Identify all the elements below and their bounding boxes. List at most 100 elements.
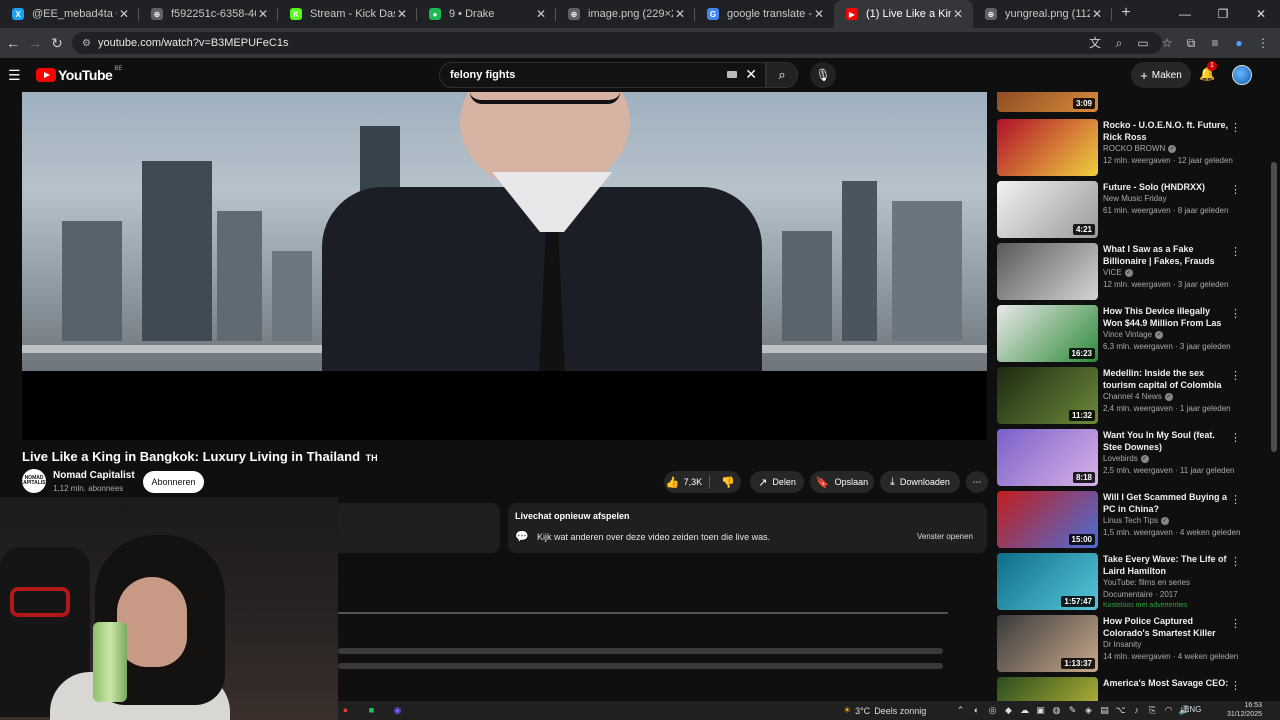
tray-icon[interactable]: ♪ (1129, 704, 1144, 717)
wifi-icon[interactable]: ◠ (1161, 704, 1176, 717)
recommended-channel[interactable]: ROCKO BROWN ✓ (1103, 144, 1177, 153)
browser-tab[interactable]: ⊕ yungreal.png (1120×928)✕ (973, 0, 1112, 28)
dislike-button[interactable]: 👎 (715, 476, 741, 489)
recommended-channel[interactable]: Vince Vintage ✓ (1103, 330, 1164, 339)
tab-close-icon[interactable]: ✕ (534, 7, 548, 21)
recommended-video[interactable]: 3:092,1 mln. weergaven · 3 jaar geleden (997, 92, 1267, 113)
video-thumbnail[interactable]: 16:23 (997, 305, 1098, 362)
restore-icon[interactable]: ❐ (1204, 0, 1242, 28)
recommended-title[interactable]: Will I Get Scammed Buying a PC in China? (1103, 491, 1229, 515)
video-thumbnail[interactable]: 15:00 (997, 491, 1098, 548)
tray-icon[interactable]: ⎘ (1145, 704, 1160, 717)
media-icon[interactable]: ≡ (1204, 32, 1226, 54)
youtube-logo[interactable]: YouTube BE (36, 66, 122, 83)
video-thumbnail[interactable]: 3:09 (997, 92, 1098, 112)
recommended-video[interactable]: 4:21 Future - Solo (HNDRXX) New Music Frid… (997, 181, 1267, 239)
video-thumbnail[interactable]: 8:18 (997, 429, 1098, 486)
search-button[interactable]: ⌕ (766, 62, 798, 88)
translate-icon[interactable]: 文 (1084, 32, 1106, 54)
video-thumbnail[interactable]: 4:21 (997, 181, 1098, 238)
close-window-icon[interactable]: ✕ (1242, 0, 1280, 28)
browser-tab[interactable]: K Stream - Kick Dashboard✕ (278, 0, 417, 28)
cast-icon[interactable]: ▭ (1132, 32, 1154, 54)
account-avatar[interactable] (1232, 65, 1252, 85)
tab-close-icon[interactable]: ✕ (951, 7, 965, 21)
browser-tab[interactable]: ▶ (1) Live Like a King in Ban✕ (834, 0, 973, 28)
more-options-icon[interactable]: ⋮ (1230, 121, 1241, 134)
tab-close-icon[interactable]: ✕ (117, 7, 131, 21)
recommended-channel[interactable]: Channel 4 News ✓ (1103, 392, 1173, 401)
extensions-icon[interactable]: ⧉ (1180, 32, 1202, 54)
tab-close-icon[interactable]: ✕ (673, 7, 687, 21)
voice-search-button[interactable]: 🎙 (810, 62, 836, 88)
video-thumbnail[interactable] (997, 119, 1098, 176)
forward-icon[interactable]: → (24, 35, 46, 51)
profile-icon[interactable]: ● (1228, 32, 1250, 54)
video-player[interactable] (22, 92, 987, 440)
tab-close-icon[interactable]: ✕ (256, 7, 270, 21)
more-options-icon[interactable]: ⋮ (1230, 617, 1241, 630)
video-thumbnail[interactable]: 11:32 (997, 367, 1098, 424)
more-options-icon[interactable]: ⋮ (1230, 679, 1241, 692)
recommended-channel[interactable]: Linus Tech Tips ✓ (1103, 516, 1169, 525)
recommended-video[interactable]: 11:32 Medellin: Inside the sex tourism ca… (997, 367, 1267, 425)
system-clock[interactable]: 16:53 31/12/2025 (1227, 701, 1262, 719)
weather-widget[interactable]: ☀ 3°C Deels zonnig (843, 705, 926, 716)
bookmark-star-icon[interactable]: ☆ (1156, 32, 1178, 54)
open-window-link[interactable]: Venster openen (917, 532, 973, 541)
save-button[interactable]: 🔖 Opslaan (810, 471, 874, 493)
new-tab-icon[interactable]: + (1112, 0, 1140, 28)
sidebar-scrollbar[interactable] (1270, 92, 1278, 701)
recommended-channel[interactable]: YouTube: films en series (1103, 578, 1190, 587)
hamburger-menu-icon[interactable]: ☰ (8, 67, 22, 84)
more-options-icon[interactable]: ⋮ (1230, 183, 1241, 196)
recommended-video[interactable]: 1:57:47 Take Every Wave: The Life of Lair… (997, 553, 1267, 611)
reload-icon[interactable]: ↻ (46, 35, 68, 52)
recommended-title[interactable]: Future - Solo (HNDRXX) (1103, 181, 1229, 193)
browser-tab[interactable]: ⊕ f592251c-6358-46dc-846✕ (139, 0, 278, 28)
recommended-channel[interactable]: Dr Insanity (1103, 640, 1141, 649)
site-info-icon[interactable]: ⚙ (82, 38, 98, 49)
scrollbar-thumb[interactable] (1271, 162, 1277, 452)
recommended-title[interactable]: Rocko - U.O.E.N.O. ft. Future, Rick Ross (1103, 119, 1229, 143)
recommended-title[interactable]: Medellin: Inside the sex tourism capital… (1103, 367, 1229, 391)
recommended-title[interactable]: How Police Captured Colorado's Smartest … (1103, 615, 1229, 639)
zoom-icon[interactable]: ⌕ (1108, 32, 1130, 54)
tray-icon[interactable]: ⌥ (1113, 704, 1128, 717)
back-icon[interactable]: ← (2, 35, 24, 51)
recommended-video[interactable]: Rocko - U.O.E.N.O. ft. Future, Rick Ross… (997, 119, 1267, 177)
more-options-icon[interactable]: ⋮ (1230, 369, 1241, 382)
more-options-icon[interactable]: ⋮ (1230, 431, 1241, 444)
app-icon[interactable]: ● (338, 704, 353, 717)
recommended-video[interactable]: 16:23 How This Device illegally Won $44.9… (997, 305, 1267, 363)
tray-chevron-icon[interactable]: ⌃ (953, 704, 968, 717)
recommended-video[interactable]: America's Most Savage CEO: ⋮ (997, 677, 1267, 701)
recommended-channel[interactable]: Lovebirds ✓ (1103, 454, 1149, 463)
app-icon[interactable]: ◉ (390, 704, 405, 717)
more-options-icon[interactable]: ⋮ (1230, 307, 1241, 320)
recommended-title[interactable]: What I Saw as a Fake Billionaire | Fakes… (1103, 243, 1229, 267)
tray-icon[interactable]: ▣ (1033, 704, 1048, 717)
tray-icon[interactable]: ☁ (1017, 704, 1032, 717)
minimize-icon[interactable]: — (1166, 0, 1204, 28)
address-bar[interactable]: ⚙ youtube.com/watch?v=B3MEPUFeC1s (72, 32, 1162, 54)
tray-icon[interactable]: ◆ (1001, 704, 1016, 717)
tray-icon[interactable]: ✎ (1065, 704, 1080, 717)
tray-icon[interactable]: ◍ (1049, 704, 1064, 717)
tray-icon[interactable]: ▤ (1097, 704, 1112, 717)
video-thumbnail[interactable] (997, 677, 1098, 701)
like-button[interactable]: 👍 7,3K (664, 476, 704, 489)
download-button[interactable]: ⤓ Downloaden (880, 471, 960, 493)
search-input[interactable]: felony fights ✕ (439, 62, 766, 88)
share-button[interactable]: ↗ Delen (750, 471, 804, 493)
more-options-icon[interactable]: ⋮ (1230, 555, 1241, 568)
tray-icon[interactable]: ◎ (985, 704, 1000, 717)
video-thumbnail[interactable] (997, 243, 1098, 300)
channel-name[interactable]: Nomad Capitalist (53, 470, 135, 481)
recommended-title[interactable]: Take Every Wave: The Life of Laird Hamil… (1103, 553, 1229, 577)
app-icon[interactable]: ■ (364, 704, 379, 717)
subscribe-button[interactable]: Abonneren (143, 471, 204, 493)
recommended-title[interactable]: Want You In My Soul (feat. Stee Downes) (1103, 429, 1229, 453)
recommended-video[interactable]: 8:18 Want You In My Soul (feat. Stee Down… (997, 429, 1267, 487)
browser-tab[interactable]: Ggoogle translate - Googl✕ (695, 0, 834, 28)
